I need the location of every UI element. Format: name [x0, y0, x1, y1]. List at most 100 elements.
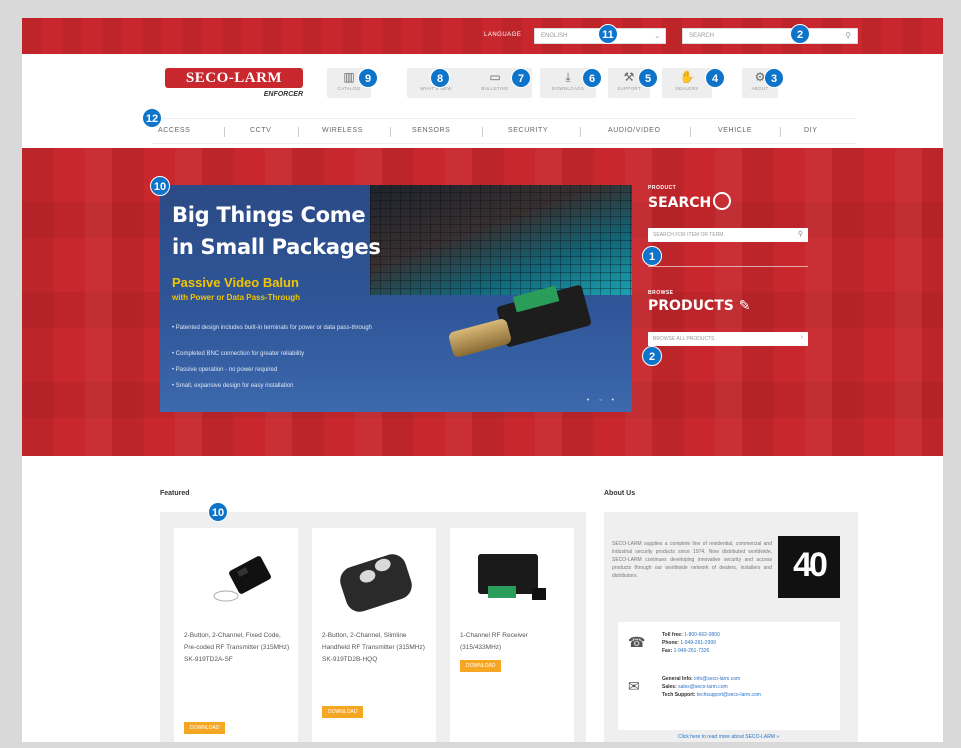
nav-divider [482, 127, 483, 137]
featured-heading: Featured [160, 490, 190, 497]
product-search-placeholder: SEARCH FOR ITEM OR TERM [653, 232, 724, 238]
contact-sales: Sales: sales@seco-larm.com [662, 684, 728, 690]
product-title[interactable]: 2-Button, 2-Channel, Fixed Code, Pre-cod… [184, 630, 290, 666]
contact-general: General Info: info@seco-larm.com [662, 676, 740, 682]
nav-item-diy[interactable]: DIY [804, 127, 817, 134]
hero-banner[interactable]: Big Things Come in Small Packages Passiv… [160, 185, 632, 412]
top-search-placeholder: SEARCH [689, 33, 715, 39]
content-section: Featured 2-Button, 2-Channel, Fixed Code… [22, 456, 943, 742]
badge-downloads: 6 [582, 68, 602, 88]
nav-item-security[interactable]: SECURITY [508, 127, 548, 134]
brand-logo[interactable]: SECO-LARM ENFORCER [165, 68, 303, 108]
chevron-right-icon: › [800, 334, 803, 341]
transmitter-image [213, 556, 271, 602]
nav-divider [690, 127, 691, 137]
contact-label: Phone: [662, 640, 679, 646]
nav-item-cctv[interactable]: CCTV [250, 127, 271, 134]
search-icon[interactable]: ⚲ [798, 230, 803, 238]
sales-email-link[interactable]: sales@seco-larm.com [678, 684, 728, 690]
download-button[interactable]: DOWNLOAD [322, 706, 364, 718]
search-kicker: PRODUCT [648, 185, 677, 191]
badge-nav: 12 [142, 108, 162, 128]
about-heading: About Us [604, 490, 636, 497]
page-frame: LANGUAGE ENGLISH ⌄ SEARCH ⚲ 11 2 SECO-LA… [22, 18, 943, 742]
quick-link-label: DEALERS [675, 86, 699, 91]
search-ring-icon [713, 192, 732, 210]
badge-whats-new: 8 [430, 68, 450, 88]
contact-toll-free: Toll free: 1-800-662-0800 [662, 632, 720, 638]
badge-bulletins: 7 [511, 68, 531, 88]
nav-item-sensors[interactable]: SENSORS [412, 127, 450, 134]
badge-about: 3 [764, 68, 784, 88]
about-text: SECO-LARM supplies a complete line of re… [612, 541, 772, 579]
browse-products-title-text: PRODUCTS [648, 298, 734, 314]
badge-catalog: 9 [358, 68, 378, 88]
nav-item-vehicle[interactable]: VEHICLE [718, 127, 752, 134]
nav-divider [580, 127, 581, 137]
download-button[interactable]: DOWNLOAD [184, 722, 226, 734]
tech-email-link[interactable]: techsupport@seco-larm.com [697, 692, 761, 698]
toll-free-link[interactable]: 1-800-662-0800 [684, 632, 720, 638]
phone-link[interactable]: 1-949-261-2999 [680, 640, 716, 646]
badge-browse-products: 2 [642, 346, 662, 366]
language-value: ENGLISH [541, 33, 568, 39]
nav-item-audio-video[interactable]: AUDIO/VIDEO [608, 127, 661, 134]
banner-subhead-2: with Power or Data Pass-Through [172, 293, 301, 302]
quick-link-dealers[interactable]: ✋ DEALERS [662, 68, 712, 98]
nav-item-access[interactable]: ACCESS [158, 127, 190, 134]
browse-products-placeholder: BROWSE ALL PRODUCTS [653, 336, 715, 342]
banner-headline-2: in Small Packages [172, 235, 381, 259]
video-wall-image [370, 185, 632, 295]
nav-divider [298, 127, 299, 137]
badge-dealers: 4 [705, 68, 725, 88]
contact-label: Sales: [662, 684, 677, 690]
tag-icon: ✎ [738, 298, 751, 314]
about-more-link[interactable]: Click here to read more about SECO-LARM … [678, 734, 779, 740]
search-icon[interactable]: ⚲ [845, 31, 851, 40]
main-nav: ACCESS CCTV WIRELESS SENSORS SECURITY AU… [152, 118, 856, 144]
top-search-input[interactable]: SEARCH ⚲ [682, 28, 858, 44]
header: SECO-LARM ENFORCER ▥ CATALOG ✦ WHAT'S NE… [22, 54, 943, 146]
contact-label: Toll free: [662, 632, 683, 638]
general-email-link[interactable]: info@seco-larm.com [694, 676, 740, 682]
logo-tagline: ENFORCER [263, 91, 303, 98]
banner-bullet: Passive operation - no power required [172, 367, 277, 373]
contact-phone: Phone: 1-949-261-2999 [662, 640, 716, 646]
download-button[interactable]: DOWNLOAD [460, 660, 502, 672]
browse-products-select[interactable]: BROWSE ALL PRODUCTS › [648, 332, 808, 346]
camera-icon: ✉ [628, 678, 640, 694]
nav-item-wireless[interactable]: WIRELESS [322, 127, 363, 134]
contact-fax: Fax: 1-949-261-7326 [662, 648, 709, 654]
banner-bullet: Patented design includes built-in termin… [172, 325, 372, 331]
banner-subhead: Passive Video Balun [172, 275, 299, 290]
video-balun-image [447, 284, 592, 365]
product-search-title: SEARCH [648, 192, 732, 211]
remote-image [340, 554, 412, 612]
browse-products-title: PRODUCTS ✎ [648, 298, 750, 314]
banner-bullet: Completed BNC connection for greater rel… [172, 351, 304, 357]
product-title[interactable]: 2-Button, 2-Channel, Slimline Handheld R… [322, 630, 428, 666]
badge-support: 5 [638, 68, 658, 88]
product-title[interactable]: 1-Channel RF Receiver (315/433MHz) [460, 630, 566, 654]
sidebar-divider [648, 266, 808, 267]
fax-link[interactable]: 1-949-261-7326 [674, 648, 710, 654]
product-search-title-text: SEARCH [648, 195, 712, 211]
carousel-pager[interactable]: • ◦ • [587, 397, 618, 404]
forty-years-logo: 40 [778, 536, 840, 598]
product-card[interactable]: 2-Button, 2-Channel, Fixed Code, Pre-cod… [174, 528, 298, 742]
product-card[interactable]: 1-Channel RF Receiver (315/433MHz) DOWNL… [450, 528, 574, 742]
browse-kicker: BROWSE [648, 290, 674, 296]
contact-label: Fax: [662, 648, 673, 654]
contact-tech: Tech Support: techsupport@seco-larm.com [662, 692, 761, 698]
nav-divider [224, 127, 225, 137]
language-label: LANGUAGE [484, 32, 522, 38]
nav-divider [390, 127, 391, 137]
product-card[interactable]: 2-Button, 2-Channel, Slimline Handheld R… [312, 528, 436, 742]
phone-icon: ☎ [628, 634, 646, 650]
badge-banner: 10 [150, 176, 170, 196]
logo-wordmark: SECO-LARM [165, 68, 303, 88]
contact-label: Tech Support: [662, 692, 696, 698]
badge-featured: 10 [208, 502, 228, 522]
product-search-input[interactable]: SEARCH FOR ITEM OR TERM ⚲ [648, 228, 808, 242]
badge-product-search: 1 [642, 246, 662, 266]
